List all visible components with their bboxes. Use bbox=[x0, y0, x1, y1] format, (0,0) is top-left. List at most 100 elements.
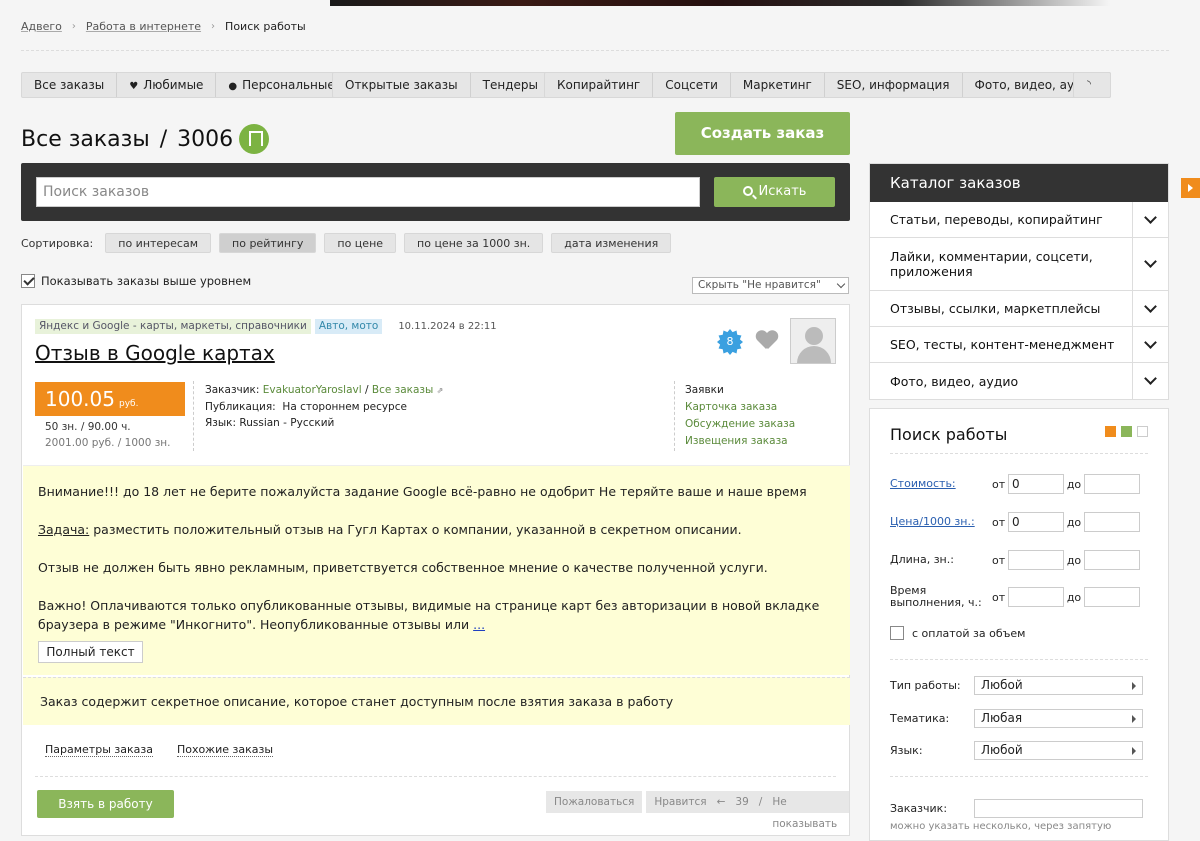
sort-by-date[interactable]: дата изменения bbox=[551, 233, 672, 253]
cost-to-input[interactable] bbox=[1084, 474, 1140, 494]
price-unit: руб. bbox=[118, 399, 139, 409]
chevron-down-icon[interactable] bbox=[1132, 238, 1168, 290]
search-input[interactable]: Поиск заказов bbox=[36, 177, 700, 207]
chevron-down-icon[interactable] bbox=[1132, 291, 1168, 326]
view-mode-orange-icon[interactable] bbox=[1105, 426, 1116, 437]
bookmark-icon[interactable] bbox=[239, 124, 270, 154]
favorite-heart-icon[interactable] bbox=[756, 331, 778, 351]
tag-category[interactable]: Яндекс и Google - карты, маркеты, справо… bbox=[35, 319, 311, 334]
rss-icon[interactable]: ◝ bbox=[1074, 73, 1104, 97]
sort-by-interest[interactable]: по интересам bbox=[105, 233, 212, 253]
chevron-down-icon[interactable] bbox=[1132, 363, 1168, 399]
chevron-down-icon[interactable] bbox=[1132, 327, 1168, 362]
level-badge-icon: 8 bbox=[717, 329, 743, 355]
sort-bar: Сортировка: по интересам по рейтингу по … bbox=[21, 233, 679, 253]
take-order-button[interactable]: Взять в работу bbox=[37, 790, 174, 818]
cost-label[interactable]: Стоимость: bbox=[890, 478, 992, 490]
work-type-select[interactable]: Любой bbox=[974, 676, 1143, 695]
tab-marketing[interactable]: Маркетинг bbox=[731, 73, 825, 97]
cost-from-input[interactable]: 0 bbox=[1008, 474, 1064, 494]
language-select[interactable]: Любой bbox=[974, 741, 1143, 760]
link-order-notifications[interactable]: Извещения заказа bbox=[685, 433, 795, 450]
show-above-label: Показывать заказы выше уровнем bbox=[41, 274, 252, 288]
breadcrumb-current: Поиск работы bbox=[225, 20, 306, 33]
breadcrumb-separator-icon: › bbox=[71, 21, 76, 32]
catalog-item-seo[interactable]: SEO, тесты, контент-менеджмент bbox=[870, 327, 1168, 363]
page-title-separator: / bbox=[159, 126, 168, 152]
topic-select[interactable]: Любая bbox=[974, 709, 1143, 728]
filter-time-row: Время выполнения, ч.: от до bbox=[890, 585, 1140, 609]
view-mode-white-icon[interactable] bbox=[1137, 426, 1148, 437]
desc-task-text: разместить положительный отзыв на Гугл К… bbox=[93, 522, 742, 537]
catalog-item-photo[interactable]: Фото, видео, аудио bbox=[870, 363, 1168, 399]
avatar[interactable] bbox=[790, 318, 836, 364]
order-card: Яндекс и Google - карты, маркеты, справо… bbox=[21, 304, 850, 836]
tab-seo[interactable]: SEO, информация bbox=[825, 73, 963, 97]
hide-disliked-select[interactable]: Скрыть "Не нравится" bbox=[692, 277, 849, 294]
price-badge: 100.05 руб. bbox=[35, 382, 185, 416]
length-to-input[interactable] bbox=[1084, 550, 1140, 570]
arrow-left-icon: ← bbox=[716, 796, 726, 808]
hide-order-button[interactable]: Не показывать bbox=[772, 791, 841, 830]
tab-all-orders[interactable]: Все заказы bbox=[22, 73, 118, 97]
search-button[interactable]: Искать bbox=[714, 177, 835, 207]
language-label: Язык: bbox=[205, 417, 237, 429]
tab-tenders[interactable]: Тендеры bbox=[471, 73, 550, 97]
tab-open-orders[interactable]: Открытые заказы bbox=[333, 73, 471, 97]
catalog-item-label: Лайки, комментарии, соцсети, приложения bbox=[890, 249, 1093, 279]
tab-copywriting[interactable]: Копирайтинг bbox=[545, 73, 654, 97]
complain-button[interactable]: Пожаловаться bbox=[546, 791, 643, 813]
orders-count: 3006 bbox=[177, 126, 234, 152]
link-order-card[interactable]: Карточка заказа bbox=[685, 399, 795, 416]
to-label: до bbox=[1066, 477, 1082, 491]
catalog-item-articles[interactable]: Статьи, переводы, копирайтинг bbox=[870, 202, 1168, 238]
catalog-item-label: Статьи, переводы, копирайтинг bbox=[890, 212, 1103, 227]
catalog-item-reviews[interactable]: Отзывы, ссылки, маркетплейсы bbox=[870, 291, 1168, 327]
view-mode-green-icon[interactable] bbox=[1121, 426, 1132, 437]
sort-label: Сортировка: bbox=[21, 236, 94, 250]
order-title[interactable]: Отзыв в Google картах bbox=[35, 341, 275, 365]
catalog-item-likes[interactable]: Лайки, комментарии, соцсети, приложения bbox=[870, 238, 1168, 291]
volume-pay-checkbox[interactable] bbox=[890, 626, 904, 640]
topic-label: Тематика: bbox=[890, 712, 950, 725]
time-to-input[interactable] bbox=[1084, 587, 1140, 607]
tab-social[interactable]: Соцсети bbox=[653, 73, 731, 97]
breadcrumb-work-online[interactable]: Работа в интернете bbox=[86, 20, 201, 33]
work-type-label: Тип работы: bbox=[890, 679, 961, 692]
divider bbox=[890, 659, 1148, 660]
price1000-to-input[interactable] bbox=[1084, 512, 1140, 532]
publication-label: Публикация: bbox=[205, 401, 276, 413]
order-volume: 50 зн. / 90.00 ч. bbox=[45, 421, 131, 433]
breadcrumb-advego[interactable]: Адвего bbox=[21, 20, 62, 33]
sort-by-price[interactable]: по цене bbox=[324, 233, 397, 253]
order-footer-links: Параметры заказа Похожие заказы bbox=[45, 743, 297, 757]
tab-personal[interactable]: ● Персональные bbox=[216, 73, 346, 97]
chevron-down-icon[interactable] bbox=[1132, 202, 1168, 237]
full-text-button[interactable]: Полный текст bbox=[38, 641, 143, 663]
hide-disliked-value: Скрыть "Не нравится" bbox=[698, 279, 821, 291]
tab-favorites[interactable]: ♥ Любимые bbox=[117, 73, 217, 97]
sort-by-price-1000[interactable]: по цене за 1000 зн. bbox=[404, 233, 544, 253]
show-above-checkbox[interactable] bbox=[21, 274, 35, 288]
desc-task-paragraph: Задача: разместить положительный отзыв н… bbox=[38, 520, 835, 539]
time-from-input[interactable] bbox=[1008, 587, 1064, 607]
length-from-input[interactable] bbox=[1008, 550, 1064, 570]
client-all-orders-link[interactable]: Все заказы bbox=[372, 384, 433, 396]
price1000-label[interactable]: Цена/1000 зн.: bbox=[890, 516, 992, 528]
link-applications[interactable]: Заявки bbox=[685, 382, 795, 399]
price1000-from-input[interactable]: 0 bbox=[1008, 512, 1064, 532]
client-filter-input[interactable] bbox=[974, 799, 1143, 818]
read-more-link[interactable]: ... bbox=[473, 617, 485, 632]
desc-paragraph: Внимание!!! до 18 лет не берите пожалуйс… bbox=[38, 484, 807, 499]
like-button[interactable]: Нравится bbox=[654, 791, 706, 813]
order-params-link[interactable]: Параметры заказа bbox=[45, 743, 153, 757]
client-link[interactable]: EvakuatorYaroslavl bbox=[263, 384, 362, 396]
side-panel-toggle-icon[interactable] bbox=[1181, 178, 1200, 198]
sort-by-rating[interactable]: по рейтингу bbox=[219, 233, 317, 253]
similar-orders-link[interactable]: Похожие заказы bbox=[176, 743, 274, 757]
order-tags: Яндекс и Google - карты, маркеты, справо… bbox=[35, 319, 497, 334]
create-order-button[interactable]: Создать заказ bbox=[675, 112, 850, 155]
tag-topic[interactable]: Авто, мото bbox=[314, 319, 383, 334]
search-icon bbox=[742, 186, 753, 196]
link-order-discussion[interactable]: Обсуждение заказа bbox=[685, 416, 795, 433]
